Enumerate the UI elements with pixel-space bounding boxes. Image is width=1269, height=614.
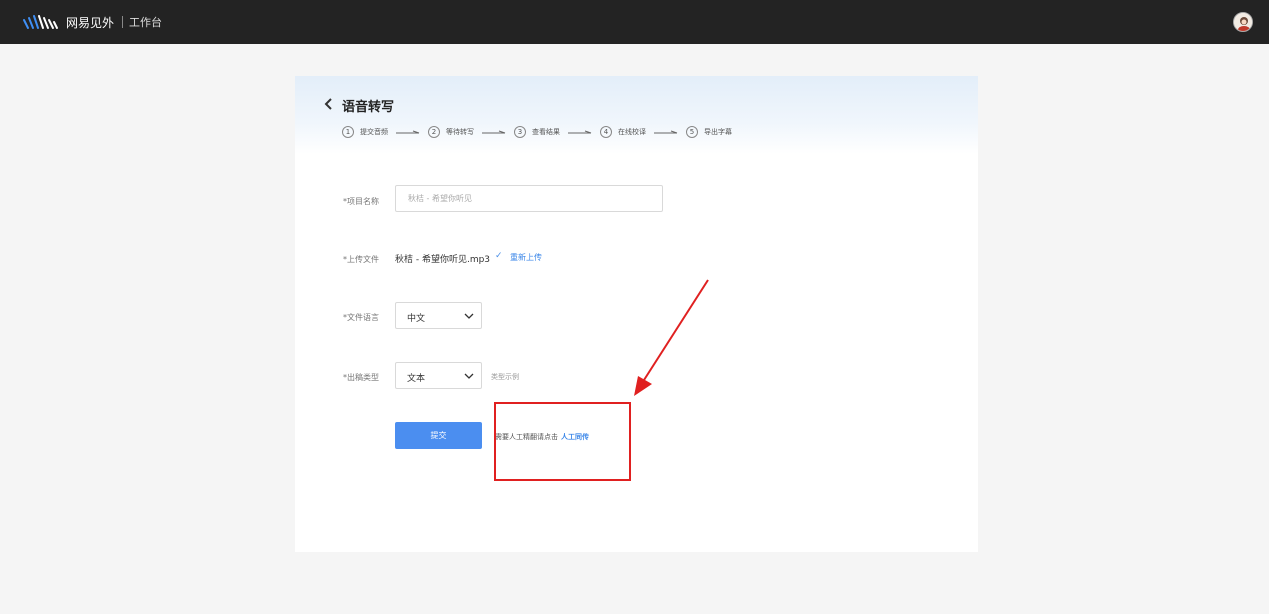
step-number: 2 [428, 126, 440, 138]
step-label: 等待转写 [446, 128, 474, 136]
reupload-link[interactable]: 重新上传 [510, 252, 542, 263]
brand-divider [122, 16, 124, 28]
language-select-value: 中文 [407, 314, 426, 324]
submit-button[interactable]: 提交 [395, 422, 482, 449]
step-number: 1 [342, 126, 354, 138]
uploaded-file-name: 秋桔 - 希望你听见.mp3 [395, 255, 491, 265]
output-type-select-value: 文本 [407, 374, 426, 384]
type-example-link[interactable]: 类型示例 [491, 372, 519, 382]
project-name-label: *项目名称 [343, 197, 379, 206]
brand-name: 网易见外 [66, 15, 115, 30]
card-header: 语音转写 1 提交音频 2 等待转写 3 查看结果 4 在线校译 5 导出字幕 [295, 76, 978, 154]
step-arrow-icon [654, 130, 678, 134]
step-number: 3 [514, 126, 526, 138]
step-2: 2 等待转写 [428, 126, 474, 138]
step-5: 5 导出字幕 [686, 126, 732, 138]
step-number: 4 [600, 126, 612, 138]
step-arrow-icon [482, 130, 506, 134]
progress-steps: 1 提交音频 2 等待转写 3 查看结果 4 在线校译 5 导出字幕 [342, 125, 732, 139]
annotation-highlight-box [494, 402, 631, 481]
step-label: 导出字幕 [704, 128, 732, 136]
step-arrow-icon [396, 130, 420, 134]
step-label: 在线校译 [618, 128, 646, 136]
waves-logo-icon [23, 15, 58, 29]
language-select[interactable]: 中文 [395, 302, 482, 329]
step-1: 1 提交音频 [342, 126, 388, 138]
chevron-down-icon [464, 373, 474, 379]
annotation-arrow-icon [634, 279, 709, 396]
step-label: 查看结果 [532, 128, 560, 136]
user-avatar-icon [1234, 13, 1252, 31]
step-3: 3 查看结果 [514, 126, 560, 138]
file-language-label: *文件语言 [343, 313, 379, 322]
page-title: 语音转写 [342, 100, 395, 115]
step-4: 4 在线校译 [600, 126, 646, 138]
step-number: 5 [686, 126, 698, 138]
output-type-label: *出稿类型 [343, 373, 379, 382]
check-icon: ✓ [495, 251, 503, 261]
chevron-down-icon [464, 313, 474, 319]
output-type-select[interactable]: 文本 [395, 362, 482, 389]
back-button[interactable] [319, 94, 339, 114]
workbench-label[interactable]: 工作台 [129, 14, 162, 30]
upload-file-label: *上传文件 [343, 255, 379, 264]
chevron-left-icon [324, 98, 332, 110]
project-name-input[interactable] [395, 185, 663, 212]
brand[interactable]: 网易见外 工作台 [22, 12, 162, 32]
step-arrow-icon [568, 130, 592, 134]
user-avatar[interactable] [1233, 12, 1253, 32]
step-label: 提交音频 [360, 128, 388, 136]
top-bar: 网易见外 工作台 [0, 0, 1269, 44]
